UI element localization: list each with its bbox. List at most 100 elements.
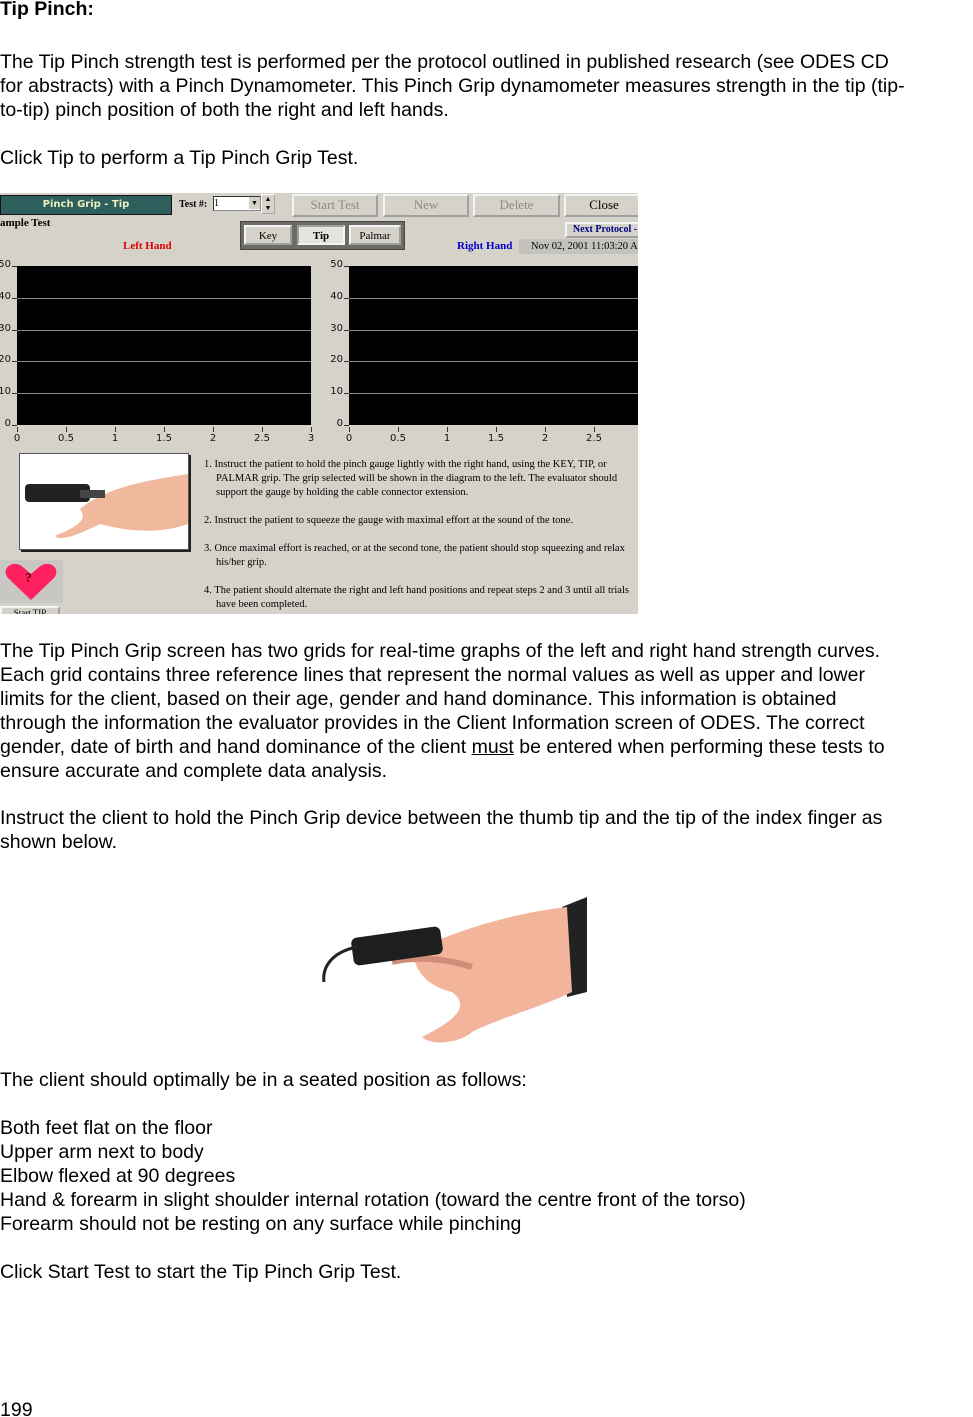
gridline	[17, 297, 311, 299]
text: gender, date of birth and hand dominance…	[0, 736, 472, 758]
y-tick-label: 20	[0, 354, 11, 366]
list-item: Upper arm next to body	[0, 1141, 204, 1163]
gridline	[17, 393, 311, 395]
right-hand-label: Right Hand	[457, 240, 513, 252]
y-tick-label: 0	[336, 418, 343, 429]
line: The Tip Pinch Grip screen has two grids …	[0, 640, 881, 662]
close-button[interactable]: Close	[564, 194, 638, 217]
y-tick-label: 50	[0, 259, 11, 270]
sample-test-label: ample Test	[0, 217, 51, 229]
y-tick-label: 40	[330, 290, 343, 302]
x-tick	[213, 427, 214, 432]
x-tick-label: 1.5	[488, 433, 504, 444]
gridline	[349, 393, 638, 395]
help-heart-icon[interactable]: ?	[0, 560, 63, 603]
x-tick	[164, 427, 165, 432]
tab-palmar[interactable]: Palmar	[349, 225, 401, 245]
y-tick-label: 30	[330, 322, 343, 334]
gridline	[17, 329, 311, 331]
app-header: Pinch Grip - Tip	[0, 195, 172, 215]
x-tick-label: 0	[13, 433, 21, 444]
x-tick	[398, 427, 399, 432]
x-tick-label: 1.5	[156, 433, 172, 444]
y-tick	[12, 393, 17, 395]
x-tick	[17, 427, 18, 432]
line: gender, date of birth and hand dominance…	[0, 735, 885, 759]
y-tick-label: 0	[4, 418, 11, 429]
gridline	[17, 361, 311, 363]
start-test-button[interactable]: Start Test	[292, 194, 378, 217]
x-tick-label: 2	[209, 433, 217, 444]
page-number: 199	[0, 1399, 33, 1417]
x-tick	[447, 427, 448, 432]
line: for abstracts) with a Pinch Dynamometer.…	[0, 75, 905, 97]
gridline	[349, 329, 638, 331]
y-tick-label: 50	[330, 259, 343, 270]
left-hand-label: Left Hand	[123, 240, 172, 252]
section-title: Tip Pinch:	[0, 0, 94, 20]
y-tick-label: 40	[0, 290, 11, 302]
grids-paragraph: The Tip Pinch Grip screen has two grids …	[0, 639, 885, 783]
x-tick-label: 2.5	[586, 433, 602, 444]
x-tick	[349, 427, 350, 432]
x-tick	[545, 427, 546, 432]
spinner-icon[interactable]: ▲ ▼	[261, 194, 275, 214]
instruction-step: 3. Once maximal effort is reached, or at…	[204, 543, 625, 568]
line: limits for the client, based on their ag…	[0, 688, 837, 710]
start-test-text: Click Start Test to start the Tip Pinch …	[0, 1261, 402, 1283]
left-hand-chart	[17, 266, 311, 425]
dropdown-arrow-icon[interactable]: ▼	[249, 197, 260, 209]
x-tick-label: 0.5	[390, 433, 406, 444]
y-tick	[12, 297, 17, 299]
line: The Tip Pinch strength test is performed…	[0, 51, 889, 73]
list-item: Forearm should not be resting on any sur…	[0, 1213, 522, 1235]
instruction-step: 2. Instruct the patient to squeeze the g…	[204, 515, 573, 526]
click-tip-text: Click Tip to perform a Tip Pinch Grip Te…	[0, 147, 359, 169]
y-tick-label: 10	[330, 386, 343, 398]
test-number-label: Test #:	[179, 199, 208, 210]
intro-paragraph: The Tip Pinch strength test is performed…	[0, 50, 905, 122]
x-tick-label: 2	[541, 433, 549, 444]
y-tick	[344, 329, 349, 331]
x-tick	[66, 427, 67, 432]
new-button[interactable]: New	[383, 194, 469, 217]
svg-text:?: ?	[25, 571, 32, 586]
instruct-paragraph: Instruct the client to hold the Pinch Gr…	[0, 806, 882, 854]
instruction-step: 1. Instruct the patient to hold the pinc…	[204, 459, 618, 498]
y-tick	[344, 297, 349, 299]
x-tick-label: 1	[443, 433, 451, 444]
x-tick-label: 2.5	[254, 433, 270, 444]
line: Each grid contains three reference lines…	[0, 664, 865, 686]
tab-key[interactable]: Key	[244, 225, 292, 245]
gridline	[349, 361, 638, 363]
right-hand-chart	[349, 266, 638, 425]
x-tick	[496, 427, 497, 432]
y-tick	[12, 329, 17, 331]
grip-diagram-image	[19, 453, 189, 550]
y-tick	[12, 266, 17, 267]
delete-button[interactable]: Delete	[473, 194, 560, 217]
document-page: Tip Pinch: The Tip Pinch strength test i…	[0, 0, 973, 1417]
y-tick	[344, 361, 349, 363]
x-tick	[115, 427, 116, 432]
hand-pinch-icon	[25, 474, 188, 539]
y-tick	[344, 425, 349, 426]
start-tip-button[interactable]: Start TIP	[0, 606, 60, 614]
instruction-step: 4. The patient should alternate the righ…	[204, 585, 629, 610]
pinch-grip-screenshot: Pinch Grip - Tip Test #: 1 ▼ ▲ ▼ Start Tes…	[0, 193, 638, 614]
line: ensure accurate and complete data analys…	[0, 760, 387, 782]
x-tick-label: 3	[307, 433, 315, 444]
datetime-display: Nov 02, 2001 11:03:20 A	[519, 239, 638, 254]
instructions: 1. Instruct the patient to hold the pinc…	[204, 458, 634, 614]
x-tick-label: 0.5	[58, 433, 74, 444]
line: shown below.	[0, 831, 118, 853]
list-item: Both feet flat on the floor	[0, 1117, 213, 1139]
x-tick-label: 0	[345, 433, 353, 444]
y-tick-label: 20	[330, 354, 343, 366]
next-protocol-button[interactable]: Next Protocol -	[565, 222, 638, 238]
y-tick	[344, 393, 349, 395]
y-tick	[344, 266, 349, 267]
test-number-select[interactable]: 1 ▼	[213, 196, 261, 211]
gridline	[349, 297, 638, 299]
tab-tip[interactable]: Tip	[297, 225, 345, 245]
